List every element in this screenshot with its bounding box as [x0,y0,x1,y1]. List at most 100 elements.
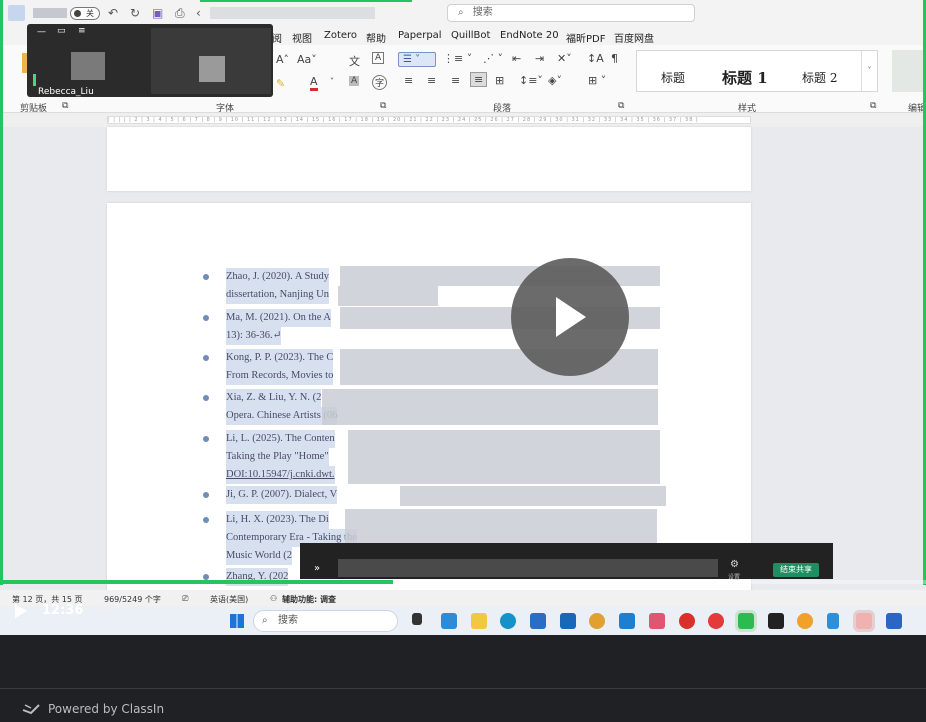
font-color-icon[interactable]: A [310,75,318,91]
store-icon[interactable] [530,613,546,629]
chinese-layout-icon[interactable]: ✕˅ [557,52,572,65]
outlook-icon[interactable] [560,613,576,629]
app-search-icon[interactable] [619,613,635,629]
paragraph-launcher-icon[interactable]: ⧉ [618,101,624,111]
save-icon[interactable]: ▣ [152,6,163,20]
edge-icon[interactable] [500,613,516,629]
char-shading-icon[interactable]: A [349,76,360,86]
shading-icon[interactable]: ◈˅ [548,74,562,87]
word-title-bar: 关 ↶ ↻ ▣ ⎙ ‹ ⌕ 搜索 [0,0,926,27]
wechat-icon[interactable] [738,613,754,629]
blurred-region [400,486,666,506]
word-taskbar-icon[interactable] [886,613,902,629]
style-heading-1[interactable]: 标题 1 [722,61,768,95]
bullets-button[interactable]: ☰ ˅ [398,52,436,67]
taskbar-search[interactable]: ⌕ 搜索 [253,610,398,632]
language[interactable]: 英语(美国) [210,594,248,605]
reference-item[interactable]: Li, H. X. (2023). The Di [226,511,329,529]
tab-paperpal[interactable]: Paperpal [398,30,442,41]
style-heading[interactable]: 标题 [661,61,685,95]
sort-icon[interactable]: ↕A [587,52,604,65]
highlight-icon[interactable]: ✎ [276,77,285,90]
tab-help[interactable]: 帮助 [366,30,386,45]
search-input[interactable]: ⌕ 搜索 [447,4,695,22]
reference-item-line: dissertation, Nanjing Un [226,286,329,304]
widgets-icon[interactable] [441,613,457,629]
windows-start-icon[interactable] [230,614,244,628]
align-left-icon[interactable]: ≡ [404,74,413,87]
show-marks-icon[interactable]: ¶ [611,52,618,65]
font-launcher-icon[interactable]: ⧉ [380,101,386,111]
reference-item[interactable]: Kong, P. P. (2023). The C [226,349,334,367]
collapse-icon[interactable]: » [314,563,320,574]
reference-item[interactable]: Xia, Z. & Liu, Y. N. (2 [226,389,322,407]
end-share-button[interactable]: 结束共享 [773,563,819,577]
video-progress-bar[interactable] [0,580,926,584]
justify-icon[interactable]: ≡ [470,72,488,87]
clipboard-launcher-icon[interactable]: ⧉ [62,101,68,111]
multilevel-list-icon[interactable]: ⋰ ˅ [483,52,503,65]
char-border-icon[interactable]: A [372,52,385,64]
decrease-indent-icon[interactable]: ⇤ [512,52,521,65]
app-red-icon[interactable] [649,613,665,629]
style-heading-2[interactable]: 标题 2 [802,61,837,95]
align-right-icon[interactable]: ≡ [451,74,460,87]
undo-icon[interactable]: ↶ [108,6,118,20]
tab-quillbot[interactable]: QuillBot [451,30,490,41]
export-pdf-icon[interactable]: ⎙ [175,6,185,20]
tab-view[interactable]: 视图 [292,30,312,45]
redo-icon[interactable]: ↻ [130,6,140,20]
reference-doi-link[interactable]: DOI:10.15947/j.cnki.dwt. [226,466,335,484]
styles-more-button[interactable]: ˅ [861,51,877,91]
menu-icon[interactable]: ≡ [78,26,86,36]
styles-launcher-icon[interactable]: ⧉ [870,101,876,111]
reference-item[interactable]: Li, L. (2025). The Conten [226,430,335,448]
total-time: 29:41 [96,603,134,618]
numbering-icon[interactable]: ⋮≡ ˅ [443,52,472,65]
increase-indent-icon[interactable]: ⇥ [535,52,544,65]
tab-review-partial[interactable]: 阅 [272,30,282,45]
more-commands-icon[interactable]: ‹ [196,6,201,20]
proofing-icon[interactable]: ⎚ [182,594,188,604]
app-colorful-icon[interactable] [797,613,813,629]
player-play-icon[interactable] [15,604,27,618]
change-case-icon[interactable]: Aa˅ [297,53,317,66]
reference-item[interactable]: Zhao, J. (2020). A Study [226,268,329,286]
blurred-region [338,559,718,577]
tab-baidu-netdisk[interactable]: 百度网盘 [614,30,654,45]
reference-item[interactable]: Ji, G. P. (2007). Dialect, V [226,486,338,504]
play-icon [556,297,586,337]
file-explorer-icon[interactable] [471,613,487,629]
bullet-icon [203,355,209,361]
horizontal-ruler[interactable]: | | | | | 2 | 3 | 4 | 5 | 6 | 7 | 8 | 9 … [0,113,926,127]
minimize-icon[interactable]: — [37,27,46,37]
chrome-icon[interactable] [589,613,605,629]
tab-endnote[interactable]: EndNote 20 [500,30,559,41]
classin-icon[interactable] [856,613,872,629]
distributed-icon[interactable]: ⊞ [495,74,504,87]
app-dark-icon[interactable] [768,613,784,629]
restore-icon[interactable]: ▭ [57,26,66,36]
app-arrow-icon[interactable] [827,613,839,629]
align-center-icon[interactable]: ≡ [427,74,436,87]
accessibility-status[interactable]: 辅助功能: 调查 [282,594,336,605]
app-redcircle-icon[interactable] [708,613,724,629]
camera-green-indicator [33,74,36,86]
reference-item[interactable]: Ma, M. (2021). On the A [226,309,331,327]
font-color-dropdown-icon[interactable]: ˅ [330,77,334,86]
tab-foxit-pdf[interactable]: 福昕PDF [566,30,605,45]
task-view-icon[interactable] [412,613,422,625]
phonetic-guide-icon[interactable]: 文 [349,53,360,69]
enclose-char-icon[interactable]: 字 [372,75,388,90]
screen-share-toolbar: » ⚙ 设置 [300,543,833,581]
search-icon: ⌕ [458,7,464,18]
window-title-blur [33,8,67,18]
grow-font-icon[interactable]: A˄ [276,53,289,66]
line-spacing-icon[interactable]: ↕≡˅ [519,74,543,87]
editing-blur [892,50,926,92]
netease-music-icon[interactable] [679,613,695,629]
borders-icon[interactable]: ⊞ ˅ [588,74,606,87]
autosave-toggle[interactable]: 关 [70,7,100,20]
settings-icon[interactable]: ⚙ [730,559,739,570]
tab-zotero[interactable]: Zotero [324,30,357,41]
